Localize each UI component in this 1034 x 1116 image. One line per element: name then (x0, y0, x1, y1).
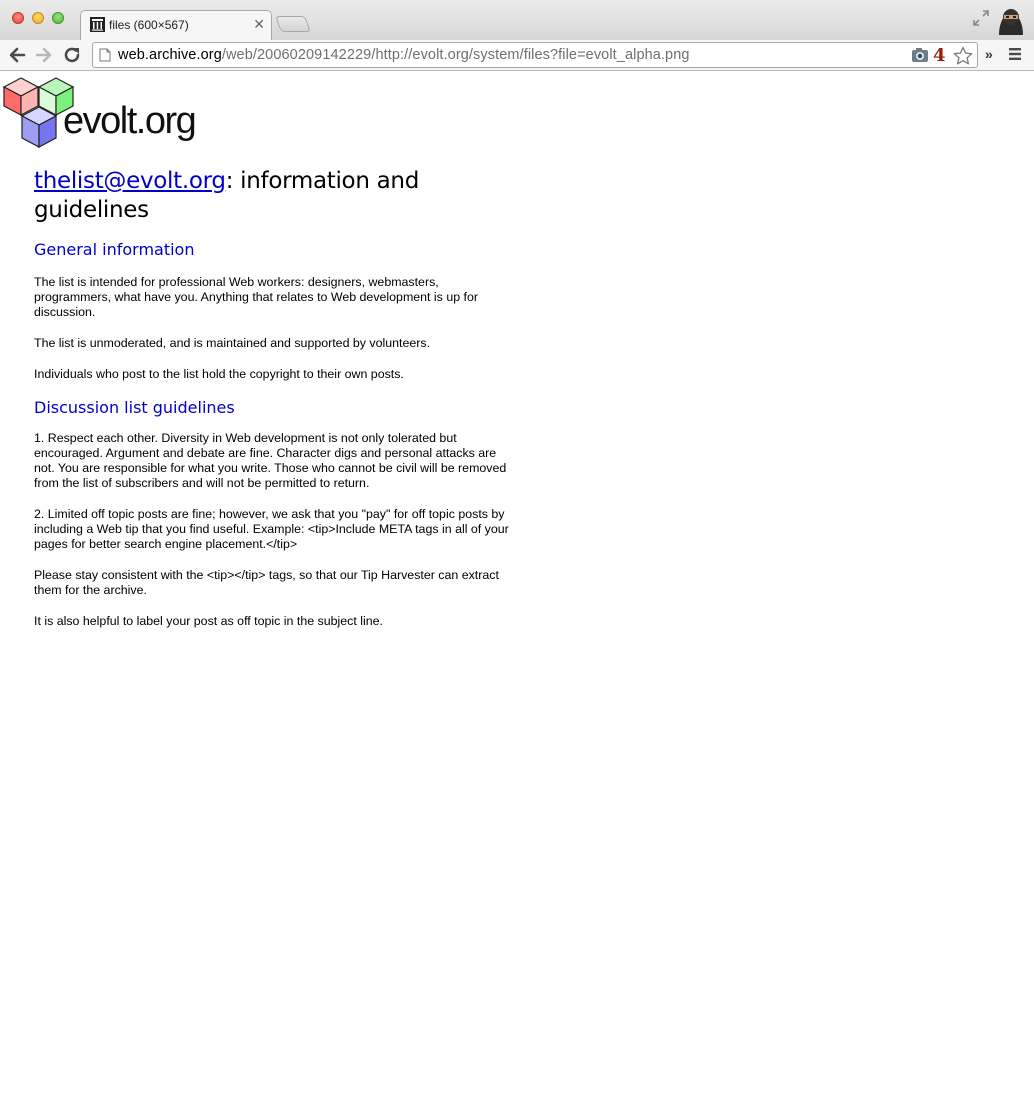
address-bar[interactable]: web.archive.org/web/20060209142229/http:… (92, 42, 978, 68)
guideline-paragraph-4: It is also helpful to label your post as… (34, 614, 383, 628)
star-icon[interactable] (953, 46, 973, 66)
fullscreen-arrows-icon[interactable] (972, 9, 990, 27)
tab-close-icon[interactable]: ✕ (253, 16, 265, 32)
camera-extension-icon[interactable] (911, 47, 929, 64)
window-zoom-button[interactable] (52, 12, 64, 24)
extensions-overflow-button[interactable]: » (985, 46, 993, 62)
forward-button[interactable] (34, 45, 54, 65)
url-path: /web/20060209142229/http://evolt.org/sys… (221, 47, 690, 63)
general-paragraph-1: The list is intended for professional We… (34, 275, 479, 319)
browser-tab[interactable]: files (600×567) ✕ (80, 10, 272, 40)
page-title: thelist@evolt.org: information and guide… (34, 167, 509, 225)
address-url: web.archive.org/web/20060209142229/http:… (118, 47, 690, 63)
section-heading-guidelines: Discussion list guidelines (34, 398, 235, 417)
new-tab-button[interactable] (275, 16, 311, 32)
guideline-paragraph-2: 2. Limited off topic posts are fine; how… (34, 507, 509, 551)
reload-button[interactable] (62, 45, 82, 65)
thelist-email-link[interactable]: thelist@evolt.org (34, 168, 226, 194)
hamburger-menu-icon[interactable] (1008, 47, 1022, 61)
back-arrow-icon (9, 47, 26, 63)
ninja-avatar-icon[interactable] (996, 5, 1026, 35)
url-host: web.archive.org (118, 47, 222, 63)
general-paragraph-3: Individuals who post to the list hold th… (34, 367, 404, 381)
main-content: thelist@evolt.org: information and guide… (34, 167, 509, 629)
general-paragraph-2: The list is unmoderated, and is maintain… (34, 336, 431, 350)
section-heading-general: General information (34, 240, 195, 259)
browser-toolbar: web.archive.org/web/20060209142229/http:… (0, 40, 1034, 71)
forward-arrow-icon (35, 47, 52, 63)
window-titlebar: files (600×567) ✕ (0, 0, 1034, 40)
archive-columns-icon (90, 17, 105, 32)
extension-badge: 4 (933, 45, 946, 66)
guideline-paragraph-1: 1. Respect each other. Diversity in Web … (34, 431, 507, 490)
guideline-paragraph-3: Please stay consistent with the <tip></t… (34, 568, 499, 597)
document-page-icon (99, 48, 111, 62)
reload-icon (64, 47, 80, 63)
window-minimize-button[interactable] (32, 12, 44, 24)
tab-title: files (600×567) (109, 18, 189, 32)
back-button[interactable] (7, 45, 27, 65)
window-close-button[interactable] (12, 12, 24, 24)
logo-wordmark: evolt.org (63, 100, 197, 142)
